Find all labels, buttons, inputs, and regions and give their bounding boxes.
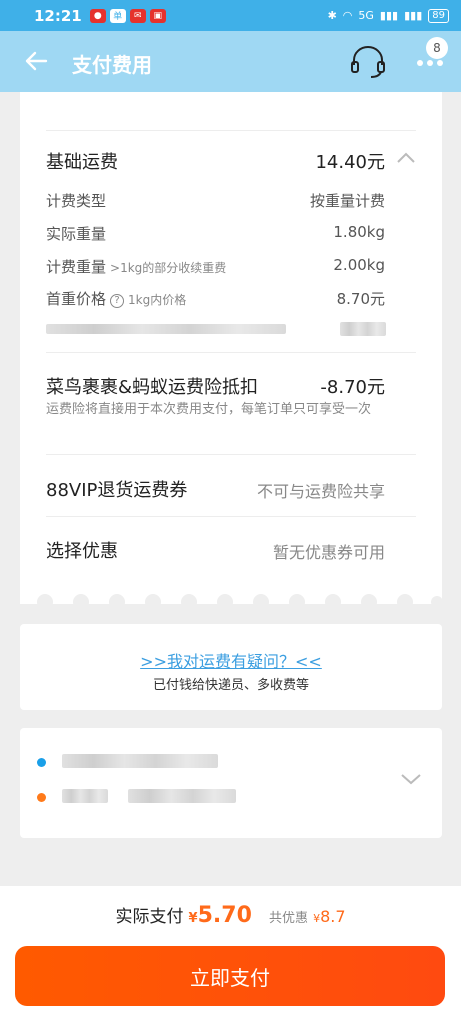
fee-question-card: >>我对运费有疑问？<< 已付钱给快递员、多收费等 xyxy=(20,624,442,710)
wifi-icon: ◠ xyxy=(342,9,353,22)
fee-details-card: 基础运费 14.40元 计费类型 按重量计费 实际重量 1.80kg 计费重量 >… xyxy=(20,92,442,604)
redacted-text xyxy=(128,789,236,803)
pay-now-button[interactable]: 立即支付 xyxy=(15,946,445,1006)
signal-icon: ▮▮▮ xyxy=(404,9,423,22)
status-time: 12:21 xyxy=(34,6,82,25)
fee-question-subtitle: 已付钱给快递员、多收费等 xyxy=(152,678,309,693)
scallop-edge xyxy=(20,592,442,608)
base-freight-amount: 14.40元 xyxy=(315,152,385,173)
fee-question-link[interactable]: >>我对运费有疑问？<< xyxy=(20,648,442,672)
address-card[interactable] xyxy=(20,728,442,838)
question-mark-icon[interactable]: ? xyxy=(110,294,125,308)
message-badge[interactable]: 8 xyxy=(426,37,448,59)
detail-value: 1.80kg xyxy=(333,223,385,241)
detail-value: 8.70元 xyxy=(336,290,385,308)
sender-dot-icon xyxy=(37,758,46,767)
divider xyxy=(46,352,416,353)
base-freight-label: 基础运费 xyxy=(46,152,118,173)
insurance-description: 运费险将直接用于本次费用支付，每笔订单只可享受一次 xyxy=(46,402,372,417)
page-title: 支付费用 xyxy=(72,53,152,77)
detail-value: 2.00kg xyxy=(333,256,385,274)
insurance-amount: -8.70元 xyxy=(320,377,385,398)
receiver-dot-icon xyxy=(37,793,46,802)
detail-label: 计费类型 xyxy=(46,192,107,210)
divider xyxy=(46,516,416,517)
notification-icon: ● xyxy=(89,8,106,23)
payment-amount: ¥5.70 xyxy=(188,903,252,928)
vip-coupon-status: 不可与运费险共享 xyxy=(256,482,385,501)
vip-coupon-label[interactable]: 88VIP退货运费券 xyxy=(46,476,187,502)
payment-bar: 实际支付 ¥5.70 共优惠 ¥8.7 立即支付 xyxy=(0,886,461,1024)
customer-service-icon[interactable] xyxy=(349,45,387,79)
divider xyxy=(46,130,416,131)
chevron-up-icon[interactable] xyxy=(396,152,416,164)
notification-icon: ✉ xyxy=(129,8,146,23)
network-type: 5G xyxy=(358,9,374,22)
redacted-text xyxy=(62,754,218,768)
payment-label: 实际支付 xyxy=(115,907,184,927)
payment-summary: 实际支付 ¥5.70 共优惠 ¥8.7 xyxy=(0,902,461,928)
detail-hint: >1kg的部分收续重费 xyxy=(110,261,227,275)
redacted-text xyxy=(46,324,286,334)
discount-total-amount: ¥8.7 xyxy=(313,907,346,926)
status-bar: 12:21 ● 单 ✉ ▣ ✱ ◠ 5G ▮▮▮ ▮▮▮ 89 xyxy=(0,0,461,31)
redacted-text xyxy=(340,322,386,336)
discount-label[interactable]: 选择优惠 xyxy=(46,537,118,563)
detail-value: 按重量计费 xyxy=(309,192,385,210)
discount-total-label: 共优惠 xyxy=(268,911,308,926)
notification-icon: 单 xyxy=(109,8,126,23)
notification-icon: ▣ xyxy=(149,8,166,23)
header-bar: 支付费用 8 xyxy=(0,31,461,92)
detail-hint: 1kg内价格 xyxy=(128,293,187,307)
battery-icon: 89 xyxy=(428,8,449,23)
discount-status: 暂无优惠券可用 xyxy=(272,543,385,562)
detail-label: 实际重量 xyxy=(46,225,107,243)
chevron-down-icon[interactable] xyxy=(400,772,422,786)
divider xyxy=(46,454,416,455)
back-arrow-icon[interactable] xyxy=(22,47,50,75)
redacted-text xyxy=(62,789,108,803)
bluetooth-icon: ✱ xyxy=(327,9,337,22)
detail-label: 计费重量 >1kg的部分收续重费 xyxy=(46,258,227,276)
insurance-label: 菜鸟裹裹&蚂蚁运费险抵扣 xyxy=(46,377,259,398)
detail-label: 首重价格? 1kg内价格 xyxy=(46,290,187,308)
more-menu-icon[interactable] xyxy=(416,59,444,67)
signal-icon: ▮▮▮ xyxy=(379,9,399,22)
